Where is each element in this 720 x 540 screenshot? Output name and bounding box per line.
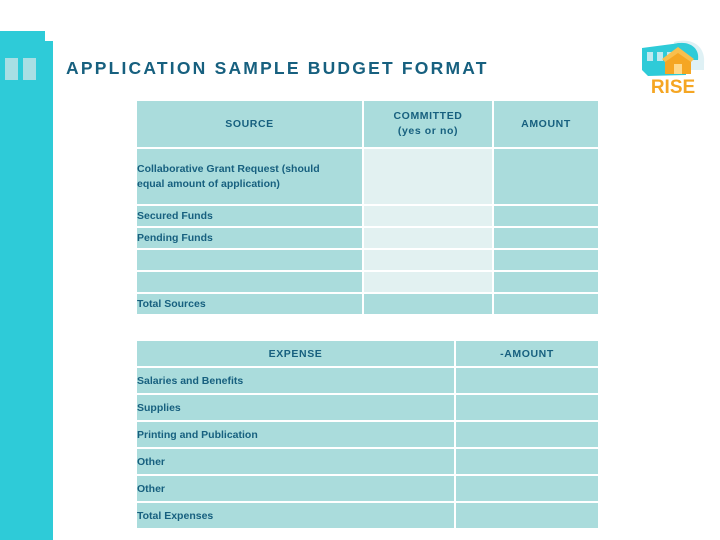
cell-committed-collaborative-grant-request[interactable] <box>364 149 492 204</box>
rise-logo: RISE <box>634 34 712 96</box>
page-title: APPLICATION SAMPLE BUDGET FORMAT <box>66 58 489 78</box>
column-header-committed: COMMITTED (yes or no) <box>364 101 492 147</box>
column-header-committed-line1: COMMITTED <box>393 110 463 122</box>
column-header-amount: AMOUNT <box>494 101 598 147</box>
cell-amount-secured-funds[interactable] <box>494 206 598 226</box>
row-label-printing-and-publication: Printing and Publication <box>137 422 454 447</box>
row-label-salaries-and-benefits: Salaries and Benefits <box>137 368 454 393</box>
row-label-total-sources: Total Sources <box>137 294 362 314</box>
cell-amount-collaborative-grant-request[interactable] <box>494 149 598 204</box>
table-row: Total Expenses <box>137 503 598 528</box>
row-label-total-expenses: Total Expenses <box>137 503 454 528</box>
cell-amount-other-1[interactable] <box>456 449 598 474</box>
table-row: Printing and Publication <box>137 422 598 447</box>
row-label-pending-funds: Pending Funds <box>137 228 362 248</box>
column-header-expense: EXPENSE <box>137 341 454 366</box>
cell-committed-blank-1[interactable] <box>364 250 492 270</box>
row-label-blank-1[interactable] <box>137 250 362 270</box>
cell-amount-salaries-and-benefits[interactable] <box>456 368 598 393</box>
cell-amount-total-sources[interactable] <box>494 294 598 314</box>
table-row <box>137 250 598 270</box>
table-row: Other <box>137 476 598 501</box>
table-header-row: EXPENSE -AMOUNT <box>137 341 598 366</box>
cell-amount-other-2[interactable] <box>456 476 598 501</box>
left-decoration-tab <box>45 41 53 540</box>
column-header-expense-amount: -AMOUNT <box>456 341 598 366</box>
row-label-collaborative-grant-request: Collaborative Grant Request (should equa… <box>137 149 362 204</box>
cell-committed-secured-funds[interactable] <box>364 206 492 226</box>
row-label-supplies: Supplies <box>137 395 454 420</box>
cell-committed-total-sources[interactable] <box>364 294 492 314</box>
row-label-other-2: Other <box>137 476 454 501</box>
row-label-line2: equal amount of application) <box>137 177 280 190</box>
cell-amount-pending-funds[interactable] <box>494 228 598 248</box>
column-header-committed-line2: (yes or no) <box>397 125 459 137</box>
table-row: Supplies <box>137 395 598 420</box>
rise-wordmark: RISE <box>651 77 695 96</box>
row-label-line1: Collaborative Grant Request (should <box>137 162 320 175</box>
sources-table: SOURCE COMMITTED (yes or no) AMOUNT Coll… <box>135 99 600 316</box>
row-label-secured-funds: Secured Funds <box>137 206 362 226</box>
column-header-source: SOURCE <box>137 101 362 147</box>
cell-amount-printing-and-publication[interactable] <box>456 422 598 447</box>
row-label-blank-2[interactable] <box>137 272 362 292</box>
cell-committed-pending-funds[interactable] <box>364 228 492 248</box>
expense-table: EXPENSE -AMOUNT Salaries and Benefits Su… <box>135 339 600 530</box>
cell-amount-blank-1[interactable] <box>494 250 598 270</box>
table-row: Collaborative Grant Request (should equa… <box>137 149 598 204</box>
left-decoration-bar <box>0 31 45 540</box>
cell-committed-blank-2[interactable] <box>364 272 492 292</box>
left-decoration-square-1 <box>5 58 18 80</box>
table-row: Secured Funds <box>137 206 598 226</box>
cell-amount-blank-2[interactable] <box>494 272 598 292</box>
left-decoration-square-2 <box>23 58 36 80</box>
cell-amount-supplies[interactable] <box>456 395 598 420</box>
table-row: Pending Funds <box>137 228 598 248</box>
cell-amount-total-expenses[interactable] <box>456 503 598 528</box>
table-row: Total Sources <box>137 294 598 314</box>
table-row: Salaries and Benefits <box>137 368 598 393</box>
table-row: Other <box>137 449 598 474</box>
table-header-row: SOURCE COMMITTED (yes or no) AMOUNT <box>137 101 598 147</box>
table-row <box>137 272 598 292</box>
row-label-other-1: Other <box>137 449 454 474</box>
